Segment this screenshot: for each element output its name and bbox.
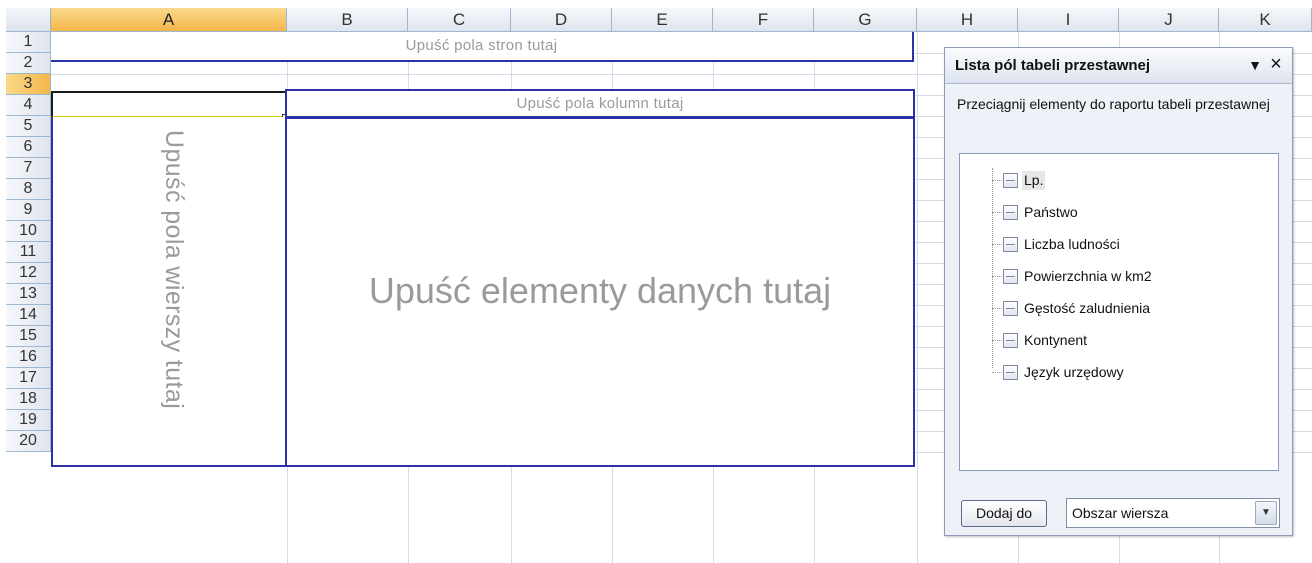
field-item[interactable]: Liczba ludności xyxy=(984,232,1274,258)
close-icon[interactable]: × xyxy=(1267,54,1285,74)
row-header-15[interactable]: 15 xyxy=(6,326,51,347)
row-header-13[interactable]: 13 xyxy=(6,284,51,305)
field-item[interactable]: Język urzędowy xyxy=(984,360,1274,386)
row-header-4[interactable]: 4 xyxy=(6,95,51,116)
pane-title: Lista pól tabeli przestawnej xyxy=(955,57,1151,74)
add-to-button[interactable]: Dodaj do xyxy=(961,500,1047,527)
chevron-down-icon[interactable]: ▼ xyxy=(1255,501,1277,525)
column-header-f[interactable]: F xyxy=(713,8,814,32)
column-header-j[interactable]: J xyxy=(1119,8,1219,32)
field-checkbox[interactable] xyxy=(1003,301,1018,316)
column-header-a[interactable]: A xyxy=(51,8,287,32)
pane-title-bar[interactable]: Lista pól tabeli przestawnej ▼ × xyxy=(945,48,1292,84)
column-header-i[interactable]: I xyxy=(1018,8,1119,32)
column-fields-drop-area[interactable]: Upuść pola kolumn tutaj xyxy=(285,89,915,118)
field-item[interactable]: Powierzchnia w km2 xyxy=(984,264,1274,290)
field-label: Lp. xyxy=(1022,171,1046,190)
row-header-11[interactable]: 11 xyxy=(6,242,51,263)
row-header-17[interactable]: 17 xyxy=(6,368,51,389)
row-header-14[interactable]: 14 xyxy=(6,305,51,326)
field-label: Państwo xyxy=(1024,204,1078,220)
column-header-g[interactable]: G xyxy=(814,8,917,32)
area-select-value: Obszar wiersza xyxy=(1072,505,1169,521)
column-header-h[interactable]: H xyxy=(917,8,1018,32)
row-header-5[interactable]: 5 xyxy=(6,116,51,137)
data-items-drop-area[interactable]: Upuść elementy danych tutaj xyxy=(285,117,915,467)
triangle-down-icon[interactable]: ▼ xyxy=(1247,55,1263,75)
column-header-b[interactable]: B xyxy=(287,8,408,32)
row-header-1[interactable]: 1 xyxy=(6,32,51,53)
row-header-2[interactable]: 2 xyxy=(6,53,51,74)
row-header-18[interactable]: 18 xyxy=(6,389,51,410)
field-item[interactable]: Państwo xyxy=(984,200,1274,226)
column-header-k[interactable]: K xyxy=(1219,8,1312,32)
pane-instruction: Przeciągnij elementy do raportu tabeli p… xyxy=(957,96,1270,112)
row-fields-drop-area[interactable]: Upuść pola wierszy tutaj xyxy=(51,117,287,467)
column-header-d[interactable]: D xyxy=(511,8,612,32)
area-select-dropdown[interactable]: Obszar wiersza ▼ xyxy=(1066,498,1280,528)
grid-column-line xyxy=(917,32,918,563)
pivot-field-list-pane: Lista pól tabeli przestawnej ▼ × Przecią… xyxy=(944,47,1293,536)
field-checkbox[interactable] xyxy=(1003,237,1018,252)
field-list-box: Lp. Państwo Liczba ludności Powierzchnia w … xyxy=(959,153,1279,471)
field-checkbox[interactable] xyxy=(1003,269,1018,284)
row-header-10[interactable]: 10 xyxy=(6,221,51,242)
field-checkbox[interactable] xyxy=(1003,333,1018,348)
page-fields-drop-area[interactable]: Upuść pola stron tutaj xyxy=(51,32,914,62)
column-header-e[interactable]: E xyxy=(612,8,713,32)
select-all-corner[interactable] xyxy=(6,8,51,32)
row-header-19[interactable]: 19 xyxy=(6,410,51,431)
field-checkbox[interactable] xyxy=(1003,365,1018,380)
column-header-c[interactable]: C xyxy=(408,8,511,32)
field-item[interactable]: Lp. xyxy=(984,168,1274,194)
row-header-12[interactable]: 12 xyxy=(6,263,51,284)
row-header-7[interactable]: 7 xyxy=(6,158,51,179)
field-item[interactable]: Kontynent xyxy=(984,328,1274,354)
field-label: Powierzchnia w km2 xyxy=(1024,268,1152,284)
field-checkbox[interactable] xyxy=(1003,205,1018,220)
spreadsheet: ABCDEFGHIJK 1 2 3 4 5 6 7 8 9 10 11 12 13 14 15 16 17 18 1… xyxy=(0,0,1312,563)
field-label: Liczba ludności xyxy=(1024,236,1120,252)
row-header-16[interactable]: 16 xyxy=(6,347,51,368)
row-header-8[interactable]: 8 xyxy=(6,179,51,200)
field-item[interactable]: Gęstość zaludnienia xyxy=(984,296,1274,322)
row-header-20[interactable]: 20 xyxy=(6,431,51,452)
field-label: Gęstość zaludnienia xyxy=(1024,300,1151,316)
active-cell-a3[interactable] xyxy=(51,91,287,118)
field-checkbox[interactable] xyxy=(1003,173,1018,188)
row-header-9[interactable]: 9 xyxy=(6,200,51,221)
row-header-6[interactable]: 6 xyxy=(6,137,51,158)
row-fields-drop-label: Upuść pola wierszy tutaj xyxy=(160,130,188,410)
field-label: Kontynent xyxy=(1024,332,1088,348)
row-header-3[interactable]: 3 xyxy=(6,74,51,95)
field-label: Język urzędowy xyxy=(1024,364,1124,380)
